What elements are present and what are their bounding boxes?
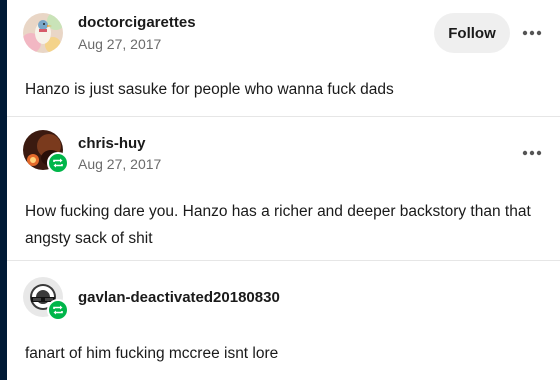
avatar[interactable] (23, 13, 63, 53)
reblog-icon (53, 305, 63, 315)
more-horizontal-icon (522, 150, 542, 156)
left-edge-stripe (0, 0, 7, 380)
more-options-button[interactable] (518, 23, 546, 43)
reblog-icon (53, 158, 63, 168)
follow-button[interactable]: Follow (434, 13, 510, 53)
duck-illustration-avatar (23, 13, 63, 53)
avatar[interactable] (23, 277, 69, 321)
post-chris-huy: chris-huy Aug 27, 2017 How fucking dare … (7, 117, 560, 260)
post-gavlan-deactivated: gavlan-deactivated20180830 fanart of him… (7, 261, 560, 380)
more-options-button[interactable] (518, 143, 546, 163)
post-body: How fucking dare you. Hanzo has a richer… (25, 203, 531, 247)
post-date[interactable]: Aug 27, 2017 (78, 36, 161, 52)
post-date[interactable]: Aug 27, 2017 (78, 156, 161, 172)
username[interactable]: doctorcigarettes (78, 14, 196, 31)
username[interactable]: gavlan-deactivated20180830 (78, 289, 280, 306)
avatar[interactable] (23, 130, 69, 174)
username[interactable]: chris-huy (78, 135, 146, 152)
post-body: fanart of him fucking mccree isnt lore (25, 345, 279, 362)
more-horizontal-icon (522, 30, 542, 36)
post-doctorcigarettes: doctorcigarettes Aug 27, 2017 Follow Han… (7, 0, 560, 116)
reblog-thread: doctorcigarettes Aug 27, 2017 Follow Han… (7, 0, 560, 380)
reblog-badge (47, 152, 69, 174)
reblog-badge (47, 299, 69, 321)
post-body: Hanzo is just sasuke for people who wann… (25, 81, 394, 98)
